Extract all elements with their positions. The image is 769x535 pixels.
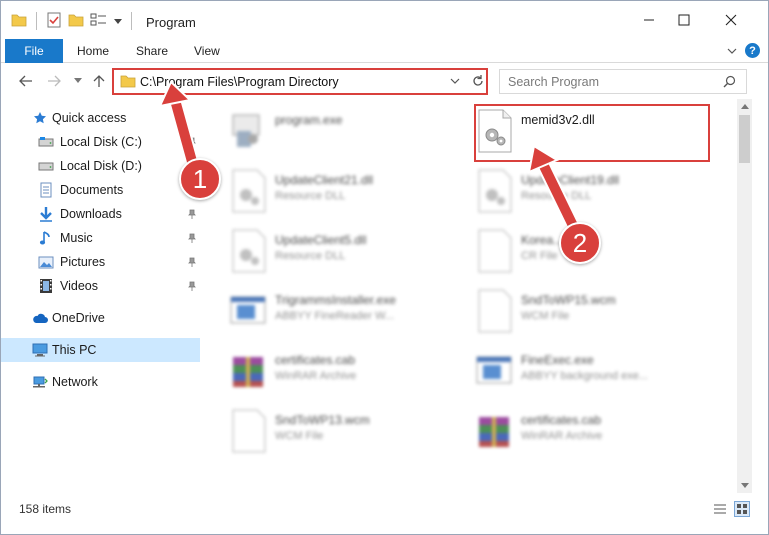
scroll-up-arrow-icon[interactable] [737,99,752,114]
chevron-down-icon[interactable] [114,14,122,28]
search-input[interactable] [500,70,720,93]
search-box[interactable] [499,69,747,94]
nav-item-downloads[interactable]: Downloads [1,202,200,226]
archive-file-icon [229,349,269,393]
nav-item-music[interactable]: Music [1,226,200,250]
file-item-sndtowp15-wcm[interactable]: SndToWP15.wcm WCM File [475,283,715,339]
new-folder-icon[interactable] [68,13,84,30]
quick-access-toolbar [11,10,135,32]
pin-icon[interactable] [187,136,197,150]
window-title: Program [146,15,196,30]
file-item-updateclient5-dll[interactable]: UpdateClient5.dll Resource DLL [229,223,469,279]
tab-share[interactable]: Share [136,39,168,63]
computer-icon [32,342,48,358]
nav-item-local-disk-c[interactable]: Local Disk (C:) [1,130,200,154]
file-item-updateclient19-dll[interactable]: UpdateClient19.dll Resource DLL [475,163,715,219]
file-highlight-box [474,104,710,162]
file-item-fineexec-exe[interactable]: FineExec.exe ABBYY background exe... [475,343,715,399]
file-item-updateclient21-dll[interactable]: UpdateClient21.dll Resource DLL [229,163,469,219]
file-explorer-window: Program File Home Share View ? C:\Progra… [0,0,769,535]
exe-file-icon [229,109,269,153]
tiles-view-icon[interactable] [734,501,750,517]
generic-file-icon [229,409,269,453]
nav-item-this-pc[interactable]: This PC [1,338,200,362]
recent-locations-button[interactable] [69,72,87,90]
up-button[interactable] [90,72,108,90]
search-icon[interactable] [723,75,736,91]
dll-file-icon [229,169,269,213]
tab-home[interactable]: Home [77,39,109,63]
ribbon-controls: ? [727,43,760,58]
pin-icon[interactable] [187,280,197,294]
file-item-certificates-cab[interactable]: certificates.cab WinRAR Archive [229,343,469,399]
properties-icon[interactable] [46,12,62,31]
ribbon-tabs: File Home Share View ? [1,39,768,63]
navigation-pane: Quick access Local Disk (C:) Local Disk … [1,99,201,493]
expand-ribbon-icon[interactable] [727,44,737,58]
cloud-icon [32,310,48,326]
nav-item-documents[interactable]: Documents [1,178,200,202]
title-bar: Program [1,1,768,39]
nav-item-pictures[interactable]: Pictures [1,250,200,274]
item-count: 158 items [19,502,72,516]
star-icon [32,110,48,126]
documents-icon [38,182,54,198]
nav-item-onedrive[interactable]: OneDrive [1,306,200,330]
toolbar-separator [36,12,37,30]
nav-item-quick-access[interactable]: Quick access [1,106,200,130]
toolbar-separator [131,12,132,30]
nav-item-videos[interactable]: Videos [1,274,200,298]
details-view-icon[interactable] [712,501,728,517]
exe-file-icon [229,289,269,333]
dll-file-icon [229,229,269,273]
help-icon[interactable]: ? [745,43,760,58]
videos-icon [38,278,54,294]
close-button[interactable] [708,1,754,39]
file-item-program-exe[interactable]: program.exe [229,103,469,159]
maximize-button[interactable] [661,1,707,39]
generic-file-icon [475,229,515,273]
forward-button[interactable] [45,72,63,90]
download-icon [38,206,54,222]
generic-file-icon [475,289,515,333]
drive-icon [38,158,54,174]
file-item-sndtowp13-wcm[interactable]: SndToWP13.wcm WCM File [229,403,469,459]
scrollbar-thumb[interactable] [739,115,750,163]
folder-icon [11,13,27,30]
vertical-scrollbar[interactable] [737,99,752,493]
address-highlight-box [112,68,488,95]
archive-file-icon [475,409,515,453]
pictures-icon [38,254,54,270]
step-badge-1: 1 [179,158,221,200]
nav-item-network[interactable]: Network [1,370,200,394]
music-icon [38,230,54,246]
view-toggle [712,501,750,517]
nav-item-local-disk-d[interactable]: Local Disk (D:) [1,154,200,178]
scroll-down-arrow-icon[interactable] [737,478,752,493]
pin-icon[interactable] [187,256,197,270]
file-item-trigrammsinstaller-exe[interactable]: TrigrammsInstaller.exe ABBYY FineReader … [229,283,469,339]
step-badge-2: 2 [559,222,601,264]
drive-icon [38,134,54,150]
status-bar: 158 items [1,498,768,520]
network-icon [32,374,48,390]
file-item-certificates-cab-2[interactable]: certificates.cab WinRAR Archive [475,403,715,459]
dll-file-icon [475,169,515,213]
view-options-icon[interactable] [90,13,108,30]
exe-file-icon [475,349,515,393]
pin-icon[interactable] [187,208,197,222]
tab-view[interactable]: View [194,39,220,63]
tab-file[interactable]: File [5,39,63,63]
pin-icon[interactable] [187,232,197,246]
address-row: C:\Program Files\Program Directory [1,64,768,98]
back-button[interactable] [17,72,35,90]
